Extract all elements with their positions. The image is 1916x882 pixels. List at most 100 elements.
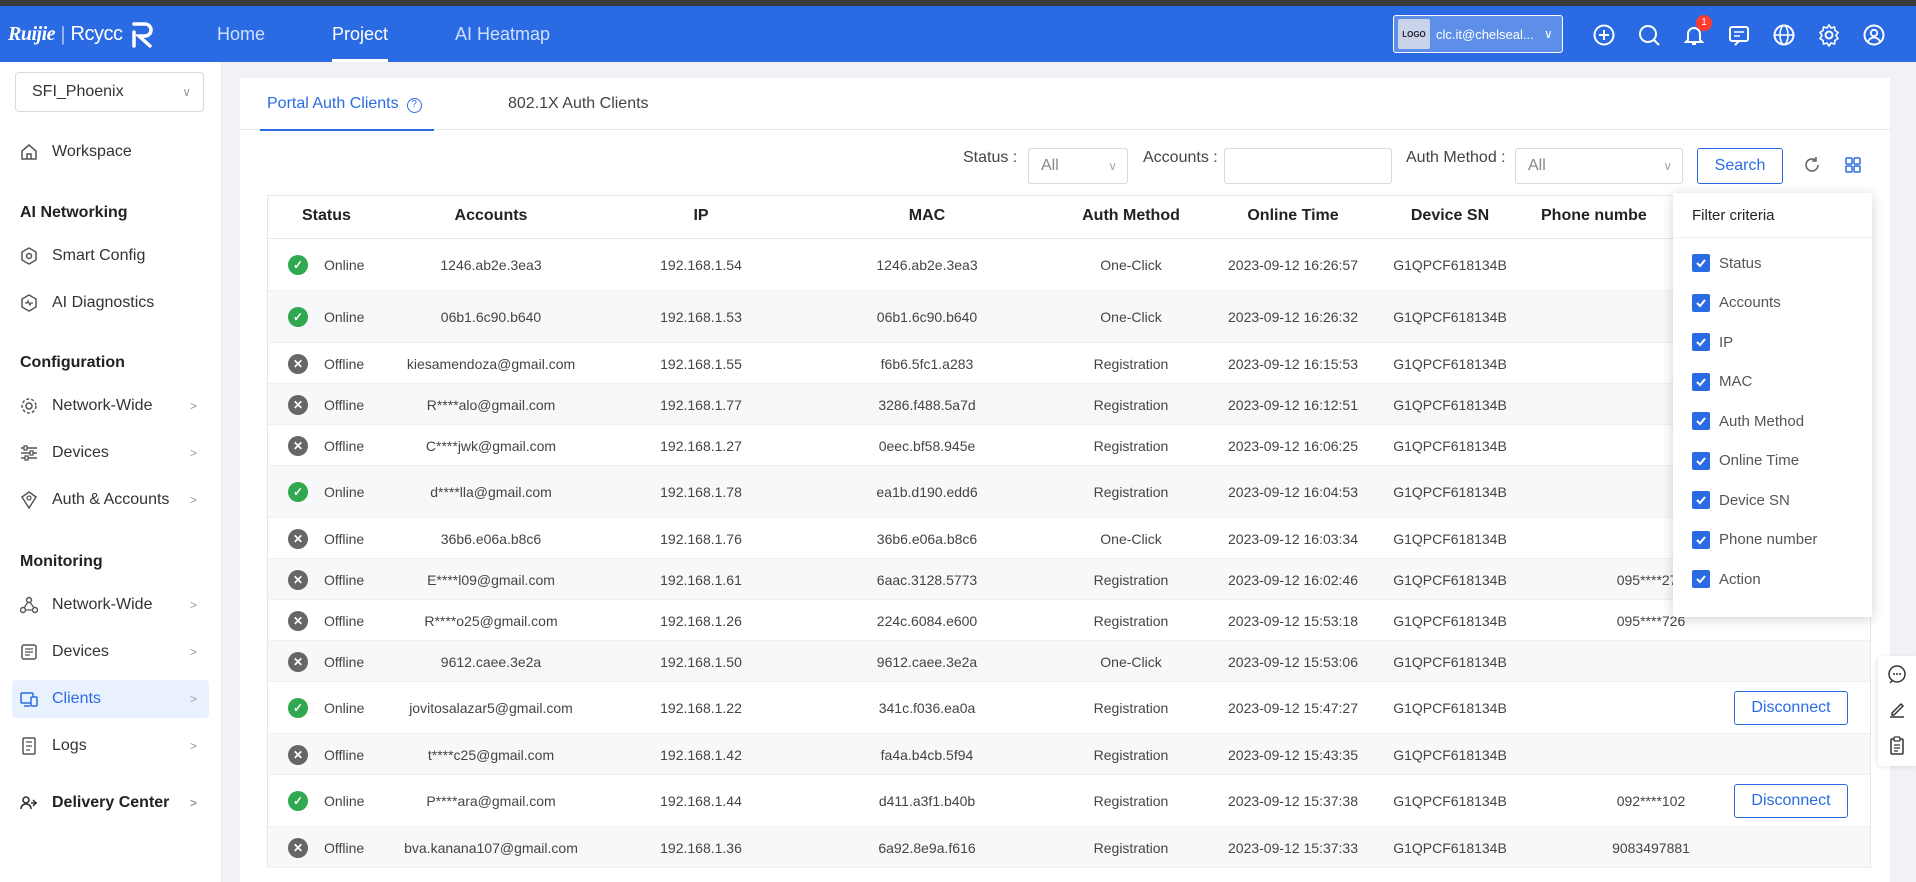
nav-ai-heatmap[interactable]: AI Heatmap [455, 6, 550, 62]
clients-icon [20, 690, 38, 708]
cell-ip: 192.168.1.26 [660, 613, 742, 629]
search-button[interactable]: Search [1697, 148, 1783, 184]
cell-ip: 192.168.1.50 [660, 654, 742, 670]
cell-auth-method: Registration [1093, 484, 1169, 500]
account-email: clc.it@chelseal... [1436, 26, 1534, 42]
section-title: Configuration [20, 354, 125, 371]
nav-home[interactable]: Home [217, 6, 265, 62]
disconnect-button[interactable]: Disconnect [1734, 784, 1848, 818]
sidebar-item-logs[interactable]: Logs > [12, 727, 209, 765]
popup-title: Filter criteria [1692, 207, 1775, 224]
sidebar-item-monitor-devices[interactable]: Devices > [12, 633, 209, 671]
offline-x-icon: ✕ [288, 529, 308, 549]
cell-online-time: 2023-09-12 15:37:33 [1228, 840, 1358, 856]
cell-mac: fa4a.b4cb.5f94 [880, 747, 974, 763]
tab-portal-auth-clients[interactable]: Portal Auth Clients? [260, 78, 434, 131]
main-content: Portal Auth Clients? 802.1X Auth Clients… [240, 78, 1890, 882]
cell-status: Offline [324, 356, 365, 372]
floating-toolbar [1878, 656, 1916, 766]
delivery-icon [20, 794, 38, 812]
sidebar-item-auth-accounts[interactable]: Auth & Accounts > [12, 481, 209, 519]
help-icon[interactable]: ? [406, 98, 422, 113]
status-filter-select[interactable]: All ∨ [1028, 148, 1128, 184]
checkbox-checked-icon[interactable] [1692, 412, 1710, 430]
message-icon[interactable] [1727, 23, 1751, 47]
column-header-online-time[interactable]: Online Time [1213, 207, 1373, 225]
column-header-device-sn[interactable]: Device SN [1380, 207, 1520, 225]
column-header-auth-method[interactable]: Auth Method [1056, 207, 1206, 225]
sidebar-item-delivery-center[interactable]: Delivery Center > [12, 784, 209, 822]
account-selector[interactable]: LOGO clc.it@chelseal... ∨ [1393, 15, 1563, 53]
cell-auth-method: Registration [1093, 747, 1169, 763]
nav-project[interactable]: Project [332, 6, 389, 62]
auth-method-filter-select[interactable]: All ∨ [1515, 148, 1683, 184]
clipboard-icon[interactable] [1887, 736, 1907, 756]
filter-option-label: Accounts [1719, 294, 1781, 311]
column-header-ip[interactable]: IP [651, 207, 751, 225]
filter-option-label: Status [1719, 254, 1762, 272]
cell-mac: 9612.caee.3e2a [876, 654, 978, 670]
filter-option[interactable]: IP [1692, 332, 1733, 352]
chat-support-icon[interactable] [1887, 664, 1907, 684]
checkbox-checked-icon[interactable] [1692, 570, 1710, 588]
cell-auth-method: Registration [1093, 438, 1169, 454]
column-header-mac[interactable]: MAC [852, 207, 1002, 225]
cell-online-time: 2023-09-12 16:06:25 [1228, 438, 1358, 454]
accounts-filter-input[interactable] [1224, 148, 1392, 184]
filter-criteria-popup: Filter criteria Status Accounts IP MAC Auth … [1673, 193, 1872, 617]
filter-option[interactable]: Status [1692, 253, 1762, 273]
filter-option[interactable]: Online Time [1692, 451, 1799, 471]
smart-config-icon [20, 247, 38, 265]
sidebar-item-workspace[interactable]: Workspace [12, 133, 209, 171]
sidebar-item-ai-diagnostics[interactable]: AI Diagnostics [12, 284, 209, 322]
cell-mac: 06b1.6c90.b640 [876, 309, 978, 325]
checkbox-checked-icon[interactable] [1692, 530, 1710, 549]
feedback-edit-icon[interactable] [1887, 700, 1907, 720]
search-icon[interactable] [1637, 23, 1661, 47]
filter-option[interactable]: Device SN [1692, 490, 1790, 510]
disconnect-button[interactable]: Disconnect [1734, 691, 1848, 725]
column-settings-icon[interactable] [1844, 156, 1862, 174]
checkbox-checked-icon[interactable] [1692, 333, 1710, 351]
notification-button[interactable]: 1 [1682, 15, 1712, 47]
filter-option[interactable]: Action [1692, 569, 1761, 589]
column-header-accounts[interactable]: Accounts [401, 207, 581, 225]
checkbox-checked-icon[interactable] [1692, 254, 1710, 272]
cell-device-sn: G1QPCF618134B [1393, 793, 1507, 809]
cell-status: Online [324, 257, 365, 273]
user-icon[interactable] [1862, 23, 1886, 47]
sidebar-item-config-network-wide[interactable]: Network-Wide > [12, 387, 209, 425]
filter-option[interactable]: Accounts [1692, 293, 1781, 313]
brand-secondary: Rcycc [70, 22, 123, 45]
filter-option[interactable]: Auth Method [1692, 411, 1804, 431]
filter-option[interactable]: Phone number [1692, 530, 1817, 550]
cell-account: bva.kanana107@gmail.com [404, 840, 578, 856]
online-check-icon: ✓ [288, 255, 308, 275]
sidebar-item-smart-config[interactable]: Smart Config [12, 237, 209, 275]
sidebar-item-clients[interactable]: Clients > [12, 680, 209, 718]
cell-online-time: 2023-09-12 16:03:34 [1228, 531, 1358, 547]
globe-icon[interactable] [1772, 23, 1796, 47]
cell-device-sn: G1QPCF618134B [1393, 572, 1507, 588]
filter-option[interactable]: MAC [1692, 372, 1752, 392]
cell-ip: 192.168.1.53 [660, 309, 742, 325]
project-name: SFI_Phoenix [32, 83, 124, 100]
column-header-phone-number[interactable]: Phone numbe [1541, 207, 1681, 225]
checkbox-checked-icon[interactable] [1692, 451, 1710, 470]
checkbox-checked-icon[interactable] [1692, 372, 1710, 391]
tab-8021x-auth-clients[interactable]: 802.1X Auth Clients [508, 78, 649, 130]
brand-logo[interactable]: Ruijie | Rcycc [8, 18, 156, 50]
project-selector[interactable]: SFI_Phoenix ∨ [15, 72, 204, 112]
sidebar-item-config-devices[interactable]: Devices > [12, 434, 209, 472]
refresh-icon[interactable] [1803, 156, 1821, 174]
checkbox-checked-icon[interactable] [1692, 293, 1710, 312]
checkbox-checked-icon[interactable] [1692, 491, 1710, 509]
sidebar-item-monitor-network-wide[interactable]: Network-Wide > [12, 586, 209, 624]
plus-circle-icon[interactable] [1592, 23, 1616, 47]
gear-icon[interactable] [1817, 23, 1841, 47]
topology-icon [20, 596, 38, 614]
cell-account: C****jwk@gmail.com [425, 438, 557, 454]
sidebar: SFI_Phoenix ∨ Workspace AI Networking Sm… [0, 62, 222, 882]
table-body: ✓ Online 1246.ab2e.3ea3 192.168.1.54 1246.ab… [268, 239, 1870, 868]
column-header-status[interactable]: Status [302, 207, 351, 225]
